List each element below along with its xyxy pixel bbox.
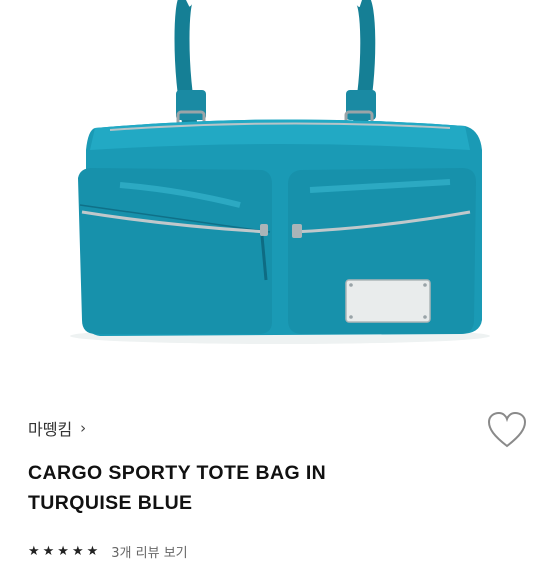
title-line-1: CARGO SPORTY TOTE BAG IN (28, 462, 327, 484)
product-image (0, 0, 555, 385)
star-rating-icon: ★★★★★ (28, 544, 102, 559)
brand-link[interactable]: 마뗑킴 › (28, 416, 86, 440)
product-title: CARGO SPORTY TOTE BAG IN TURQUISE BLUE (28, 458, 458, 518)
brand-name: 마뗑킴 (28, 420, 73, 439)
review-link[interactable]: 3개 리뷰 보기 (111, 542, 187, 561)
heart-outline-icon[interactable] (486, 410, 528, 450)
rating-row: ★★★★★ 3개 리뷰 보기 (28, 542, 188, 561)
title-line-2: TURQUISE BLUE (28, 492, 193, 514)
chevron-right-icon: › (80, 419, 87, 437)
